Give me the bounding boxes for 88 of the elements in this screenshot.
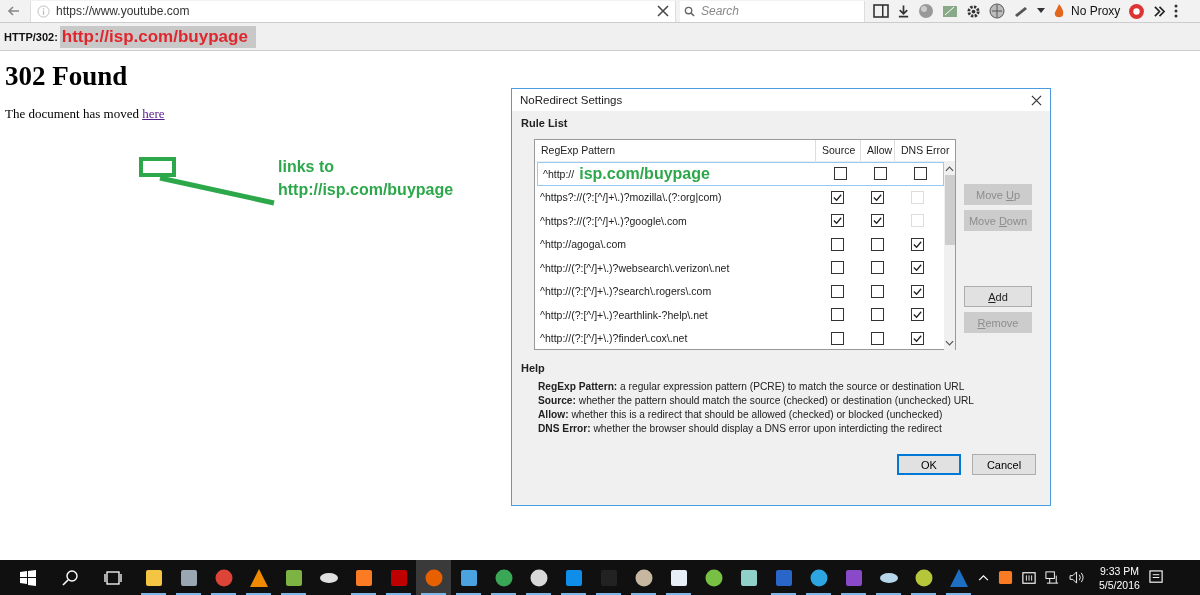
help-text: Allow: whether this is a redirect that should be allowed (checked) or blocked (unchecked)	[538, 409, 944, 420]
rule-row[interactable]: ^http://(?:[^/]+\.)?earthlink-?help\.net	[535, 303, 944, 327]
checkbox[interactable]	[870, 284, 884, 298]
pattern-text: ^http://(?:[^/]+\.)?websearch\.verizon\.net	[540, 261, 730, 274]
checkbox[interactable]	[870, 331, 884, 345]
pattern-text: ^http://(?:[^/]+\.)?finder\.cox\.net	[540, 332, 688, 345]
pattern-text: ^https?://(?:[^/]+\.)?mozilla\.(?:org|com)	[540, 191, 722, 204]
checkbox[interactable]	[831, 214, 844, 228]
scroll-down-icon[interactable]	[945, 340, 954, 346]
checkbox[interactable]	[870, 237, 884, 251]
scrollbar[interactable]	[944, 162, 955, 350]
checkbox[interactable]	[910, 284, 924, 298]
dialog-button[interactable]: Cancel	[972, 454, 1036, 475]
address-field[interactable]: https://www.youtube.com	[30, 0, 676, 22]
checkbox[interactable]	[831, 190, 844, 204]
column-header[interactable]: DNS Error	[894, 140, 955, 161]
menu-icon[interactable]	[1174, 4, 1179, 18]
help-text: Source: whether the pattern should match the source (checked) or destination (unchecked) URL	[538, 395, 976, 406]
annotation-text: links to	[278, 157, 335, 177]
link[interactable]: here	[142, 106, 165, 121]
rule-row[interactable]: ^http://agoga\.com	[535, 232, 944, 256]
annotation-text: http://isp.com/buypage	[278, 180, 454, 200]
close-icon[interactable]	[657, 5, 669, 17]
checkbox[interactable]	[831, 237, 844, 251]
checkbox[interactable]	[910, 331, 924, 345]
page-heading: 302 Found	[5, 61, 129, 92]
help-text: DNS Error: whether the browser should display a DNS error upon interdicting the redirect	[538, 423, 943, 434]
volume-icon[interactable]	[1069, 571, 1086, 584]
section-title: Help	[521, 362, 546, 374]
rule-row[interactable]: ^http://(?:[^/]+\.)?websearch\.verizon\.net	[535, 256, 944, 280]
highlight-box	[139, 157, 176, 177]
search-input[interactable]: Search	[701, 4, 851, 18]
close-icon[interactable]	[1031, 94, 1042, 106]
pattern-text: ^http://	[543, 167, 575, 180]
column-header[interactable]: Source	[815, 140, 860, 161]
checkbox[interactable]	[831, 331, 844, 345]
rule-row[interactable]: ^http:// isp.com/buypage	[537, 162, 944, 186]
lifebuoy-icon[interactable]	[1128, 2, 1146, 20]
checkbox[interactable]	[873, 167, 887, 181]
pattern-text: ^http://(?:[^/]+\.)?search\.rogers\.com	[540, 285, 712, 298]
chevron-icon[interactable]	[1153, 5, 1167, 17]
checkbox[interactable]	[831, 261, 844, 275]
dialog-title: NoRedirect Settings	[520, 94, 623, 106]
checkbox[interactable]	[831, 308, 844, 322]
clock-date[interactable]: 5/5/2016	[1099, 577, 1140, 592]
checkbox[interactable]	[910, 237, 924, 251]
pattern-text: ^http://(?:[^/]+\.)?earthlink-?help\.net	[540, 308, 708, 321]
pen-icon[interactable]	[1013, 5, 1029, 17]
annotation-text: isp.com/buypage	[579, 164, 710, 183]
chevron-up-icon[interactable]	[978, 574, 989, 581]
rule-row[interactable]: ^https?://(?:[^/]+\.)?google\.com	[535, 209, 944, 233]
pattern-text: ^https?://(?:[^/]+\.)?google\.com	[540, 214, 687, 227]
checkbox[interactable]	[870, 261, 884, 275]
search-icon	[684, 5, 695, 17]
search-field[interactable]: Search	[680, 0, 865, 22]
column-header[interactable]: RegExp Pattern	[535, 140, 815, 161]
side-button[interactable]: Add	[964, 286, 1032, 307]
windows-icon[interactable]	[20, 569, 36, 586]
status-code: HTTP/302:	[4, 30, 58, 43]
rule-row[interactable]: ^http://(?:[^/]+\.)?search\.rogers\.com	[535, 279, 944, 303]
help-text: RegExp Pattern: a regular expression pattern (PCRE) to match the source or destination URL	[538, 381, 966, 392]
task-view-icon[interactable]	[104, 570, 122, 585]
redirect-url: http://isp.com/buypage	[59, 25, 256, 48]
checkbox[interactable]	[870, 214, 884, 228]
checkbox[interactable]	[870, 308, 884, 322]
column-header[interactable]: Allow	[860, 140, 894, 161]
proxy-label[interactable]: No Proxy	[1071, 4, 1121, 18]
checkbox[interactable]	[910, 261, 924, 275]
pattern-text: ^http://agoga\.com	[540, 238, 627, 251]
meter-icon[interactable]	[1022, 570, 1036, 585]
rule-row[interactable]: ^https?://(?:[^/]+\.)?mozilla\.(?:org|com)	[535, 185, 944, 209]
download-icon[interactable]	[897, 4, 910, 18]
search-icon[interactable]	[62, 569, 78, 586]
checkbox[interactable]	[910, 308, 924, 322]
body-text: The document has moved	[5, 106, 139, 121]
clock-time[interactable]: 9:33 PM	[1099, 563, 1139, 578]
checkbox[interactable]	[831, 284, 844, 298]
notification-icon[interactable]	[1148, 570, 1164, 585]
checkbox[interactable]	[834, 167, 847, 181]
scroll-up-icon[interactable]	[945, 166, 954, 172]
rule-row[interactable]: ^http://(?:[^/]+\.)?finder\.cox\.net	[535, 326, 944, 350]
settings-icon[interactable]	[966, 3, 981, 19]
checkbox[interactable]	[913, 167, 927, 181]
section-title: Rule List	[521, 117, 569, 129]
dialog-button[interactable]: OK	[897, 454, 961, 475]
sidebar-icon[interactable]	[873, 4, 889, 18]
caret-icon[interactable]	[1037, 8, 1045, 14]
checkbox[interactable]	[870, 190, 884, 204]
